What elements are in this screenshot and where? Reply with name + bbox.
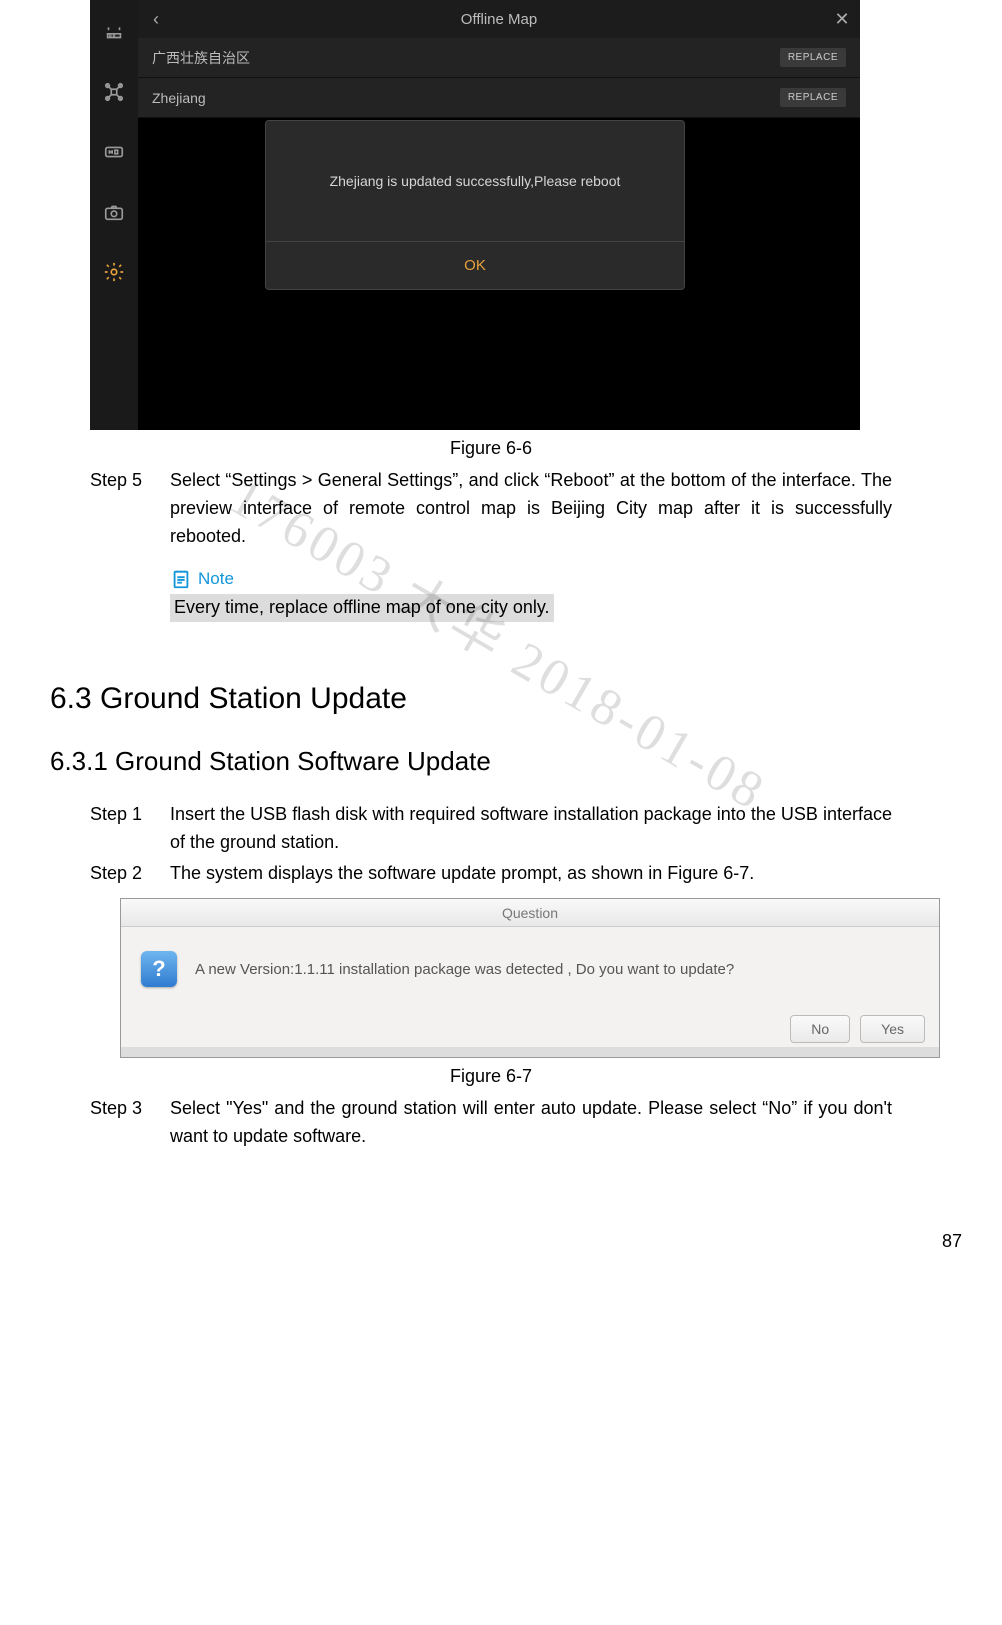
question-dialog-title: Question	[121, 899, 939, 927]
step-2: Step 2 The system displays the software …	[90, 860, 892, 888]
ok-button[interactable]: OK	[266, 241, 684, 289]
replace-button[interactable]: REPLACE	[780, 88, 846, 107]
map-row[interactable]: Zhejiang REPLACE	[138, 78, 860, 118]
app-sidebar	[90, 0, 138, 430]
page-number: 87	[0, 1191, 1002, 1262]
figure-6-6-caption: Figure 6-6	[30, 438, 952, 459]
step-body: The system displays the software update …	[170, 860, 892, 888]
note-label: Note	[198, 567, 234, 591]
step-label: Step 3	[90, 1095, 170, 1151]
replace-button[interactable]: REPLACE	[780, 48, 846, 67]
map-row-label: Zhejiang	[152, 90, 780, 106]
router-icon	[102, 20, 126, 44]
figure-6-7-caption: Figure 6-7	[30, 1066, 952, 1087]
update-success-dialog: Zhejiang is updated successfully,Please …	[265, 120, 685, 290]
close-icon[interactable]: ✕	[824, 9, 860, 30]
app-header: ‹ Offline Map ✕	[138, 0, 860, 38]
figure-6-6-screenshot: ‹ Offline Map ✕ 广西壮族自治区 REPLACE Zhejiang…	[90, 0, 860, 430]
heading-6-3: 6.3 Ground Station Update	[50, 682, 952, 716]
map-row[interactable]: 广西壮族自治区 REPLACE	[138, 38, 860, 78]
heading-6-3-1: 6.3.1 Ground Station Software Update	[50, 746, 952, 777]
header-title: Offline Map	[174, 11, 824, 28]
back-icon[interactable]: ‹	[138, 9, 174, 30]
step-3: Step 3 Select "Yes" and the ground stati…	[90, 1095, 892, 1151]
settings-gear-icon	[102, 260, 126, 284]
map-row-label: 广西壮族自治区	[152, 48, 780, 68]
dialog-message: Zhejiang is updated successfully,Please …	[312, 121, 639, 241]
step-body: Select "Yes" and the ground station will…	[170, 1095, 892, 1151]
note-icon	[170, 568, 192, 590]
step-label: Step 5	[90, 467, 170, 551]
question-message: A new Version:1.1.11 installation packag…	[195, 961, 734, 978]
hd-icon	[102, 140, 126, 164]
step-body: Select “Settings > General Settings”, an…	[170, 467, 892, 551]
step-1: Step 1 Insert the USB flash disk with re…	[90, 801, 892, 857]
step-body: Insert the USB flash disk with required …	[170, 801, 892, 857]
question-icon: ?	[141, 951, 177, 987]
note-block: Note Every time, replace offline map of …	[170, 567, 952, 622]
dialog-footer-strip	[121, 1047, 939, 1057]
yes-button[interactable]: Yes	[860, 1015, 925, 1043]
no-button[interactable]: No	[790, 1015, 850, 1043]
note-text: Every time, replace offline map of one c…	[170, 594, 554, 621]
step-label: Step 1	[90, 801, 170, 857]
camera-icon	[102, 200, 126, 224]
drone-icon	[102, 80, 126, 104]
step-5: Step 5 Select “Settings > General Settin…	[90, 467, 892, 551]
step-label: Step 2	[90, 860, 170, 888]
figure-6-7-screenshot: Question ? A new Version:1.1.11 installa…	[120, 898, 940, 1058]
